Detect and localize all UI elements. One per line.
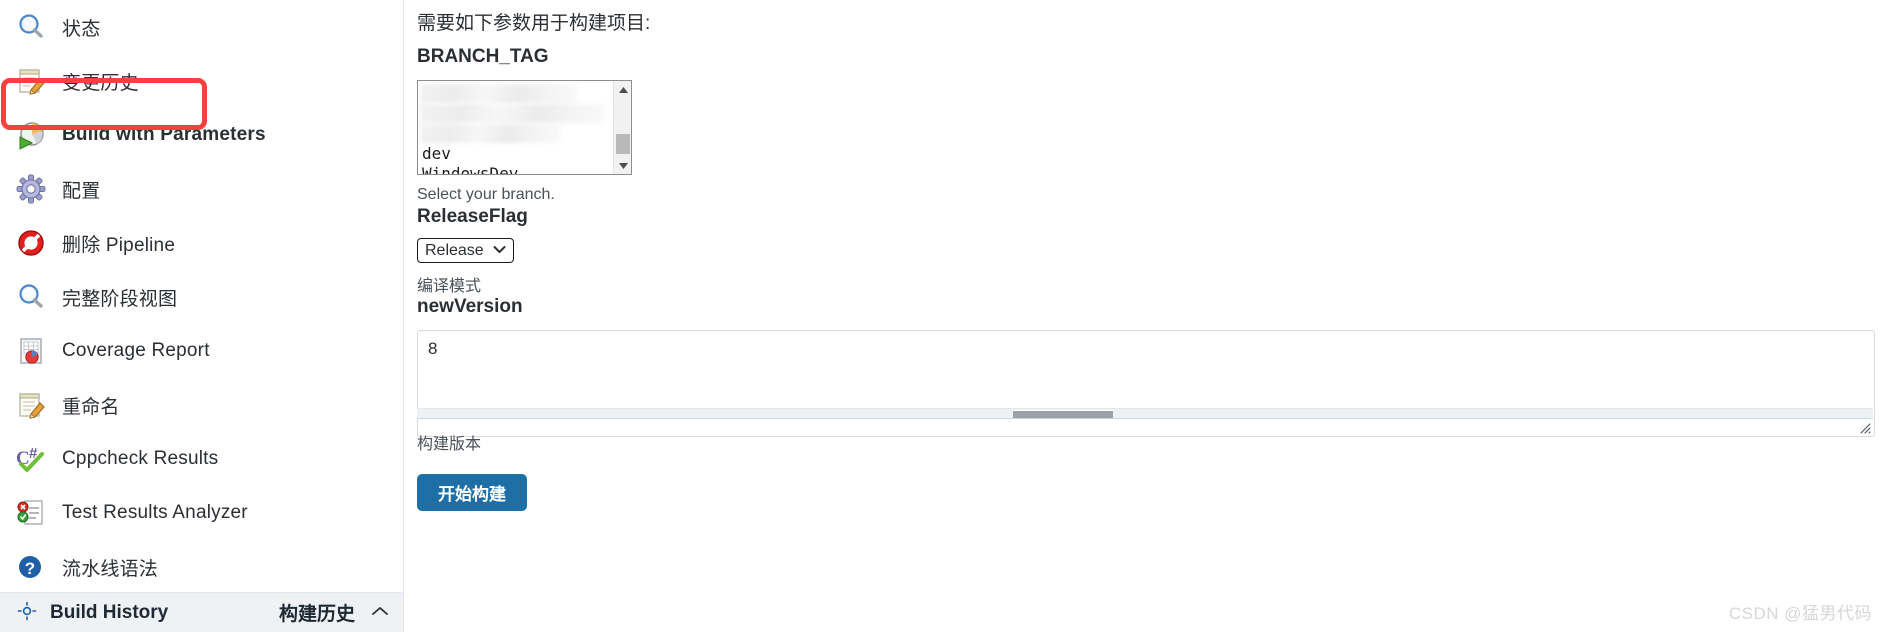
scrollbar-thumb[interactable] <box>616 134 630 154</box>
list-item[interactable] <box>420 104 606 123</box>
select-value: Release <box>425 241 484 259</box>
list-item[interactable]: dev <box>420 144 614 164</box>
test-results-icon <box>14 496 48 530</box>
scrollbar-thumb[interactable] <box>1013 410 1113 418</box>
chevron-up-icon[interactable] <box>371 604 389 622</box>
param-label: ReleaseFlag <box>417 206 528 227</box>
param-release-flag: ReleaseFlag Release 编译模式 <box>417 206 528 296</box>
param-description: 构建版本 <box>417 436 482 453</box>
param-label: newVersion <box>417 296 523 317</box>
sidebar-item-coverage-report[interactable]: Coverage Report <box>0 324 404 378</box>
delete-forbidden-icon <box>14 226 48 260</box>
main-content: 需要如下参数用于构建项目: BRANCH_TAG dev WindowsDev <box>404 0 1886 632</box>
notepad-pencil-icon <box>14 64 48 98</box>
sidebar-item-full-stage-view[interactable]: 完整阶段视图 <box>0 270 404 324</box>
param-description: 编译模式 <box>417 278 482 295</box>
list-item[interactable] <box>420 124 560 143</box>
sidebar-item-status[interactable]: 状态 <box>0 0 404 54</box>
sidebar-item-label: Build with Parameters <box>62 124 266 145</box>
svg-text:?: ? <box>25 559 35 578</box>
list-item[interactable] <box>420 84 578 103</box>
sidebar-item-label: 流水线语法 <box>62 558 159 580</box>
sidebar-item-label: 配置 <box>62 180 101 202</box>
listbox-scrollbar[interactable] <box>613 81 631 174</box>
horizontal-scrollbar[interactable] <box>417 408 1873 419</box>
sidebar-item-label: Test Results Analyzer <box>62 502 248 523</box>
gear-icon <box>14 172 48 206</box>
sidebar: 状态 变更历史 Build with Parameters 配置 删除 Pipe… <box>0 0 404 632</box>
build-history-title: Build History <box>50 601 169 623</box>
jenkins-build-with-parameters-page: 状态 变更历史 Build with Parameters 配置 删除 Pipe… <box>0 0 1886 632</box>
build-history-bar[interactable]: Build History 构建历史 <box>0 592 403 632</box>
sidebar-item-delete-pipeline[interactable]: 删除 Pipeline <box>0 216 404 270</box>
sidebar-item-label: 删除 Pipeline <box>62 234 176 256</box>
sidebar-item-build-with-parameters[interactable]: Build with Parameters <box>0 108 404 162</box>
magnifier-icon <box>14 280 48 314</box>
sidebar-item-pipeline-syntax[interactable]: ? 流水线语法 <box>0 540 404 594</box>
param-description: Select your branch. <box>417 186 555 203</box>
magnifier-icon <box>14 10 48 44</box>
chevron-down-icon <box>493 245 506 257</box>
param-label: BRANCH_TAG <box>417 46 549 67</box>
sidebar-item-label: Cppcheck Results <box>62 448 219 469</box>
start-build-button[interactable]: 开始构建 <box>417 474 527 511</box>
notepad-pencil-icon <box>14 388 48 422</box>
sidebar-menu: 状态 变更历史 Build with Parameters 配置 删除 Pipe… <box>0 0 404 594</box>
weather-sun-icon <box>14 601 40 625</box>
sidebar-item-cppcheck-results[interactable]: C # Cppcheck Results <box>0 432 404 486</box>
sidebar-item-configure[interactable]: 配置 <box>0 162 404 216</box>
sidebar-item-changes[interactable]: 变更历史 <box>0 54 404 108</box>
page-intro-text: 需要如下参数用于构建项目: <box>417 13 651 34</box>
cppcheck-icon: C # <box>14 442 48 476</box>
coverage-report-icon <box>14 334 48 368</box>
branch-tag-listbox[interactable]: dev WindowsDev <box>417 80 632 175</box>
sidebar-item-test-results-analyzer[interactable]: Test Results Analyzer <box>0 486 404 540</box>
build-params-icon <box>14 118 48 152</box>
sidebar-item-label: Coverage Report <box>62 340 210 361</box>
release-flag-select[interactable]: Release <box>417 238 514 263</box>
scroll-up-arrow-icon[interactable] <box>614 81 631 98</box>
branch-tag-options: dev WindowsDev <box>418 81 614 174</box>
param-new-version: newVersion 8 构建版本 <box>417 296 1876 453</box>
sidebar-item-label: 完整阶段视图 <box>62 288 178 310</box>
param-branch-tag: BRANCH_TAG dev WindowsDev Select your br… <box>417 46 632 204</box>
textarea-value: 8 <box>428 339 438 358</box>
sidebar-item-label: 变更历史 <box>62 72 139 94</box>
sidebar-item-label: 重命名 <box>62 396 120 418</box>
watermark: CSDN @猛男代码 <box>1728 604 1872 623</box>
resize-handle-icon[interactable] <box>1858 421 1871 434</box>
sidebar-item-rename[interactable]: 重命名 <box>0 378 404 432</box>
sidebar-item-label: 状态 <box>62 18 101 40</box>
scroll-down-arrow-icon[interactable] <box>614 157 631 174</box>
build-history-title-cn: 构建历史 <box>278 604 355 625</box>
help-question-icon: ? <box>14 550 48 584</box>
list-item[interactable]: WindowsDev <box>420 164 614 174</box>
new-version-textarea[interactable]: 8 <box>417 330 1875 437</box>
